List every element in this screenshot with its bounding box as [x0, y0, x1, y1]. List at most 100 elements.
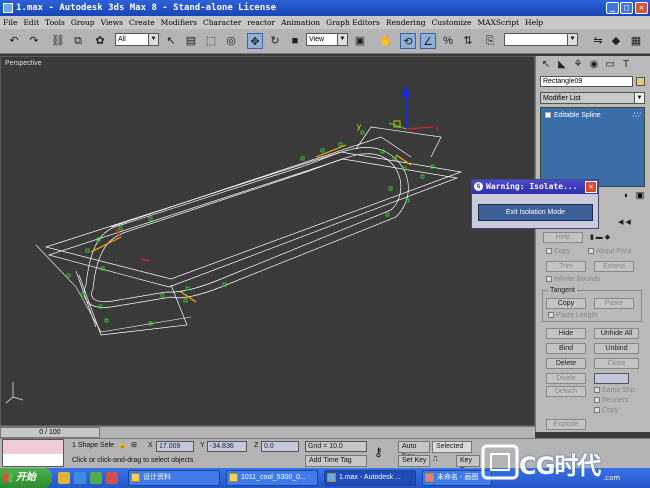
paste-length-option[interactable]: Paste Length	[548, 312, 597, 319]
utilities-tab-icon[interactable]: T	[620, 59, 632, 73]
menu-edit[interactable]: Edit	[20, 16, 42, 29]
task-image-folder[interactable]: 1011_cool_5300_0...	[226, 470, 318, 486]
time-slider[interactable]: 0 / 100	[0, 426, 535, 438]
unhide-all-button[interactable]: Unhide All	[594, 328, 639, 339]
menu-group[interactable]: Group	[68, 16, 98, 29]
snap-toggle-icon[interactable]: ⟲	[400, 33, 416, 49]
minimize-button[interactable]: _	[606, 2, 619, 14]
undo-icon[interactable]: ↶	[6, 33, 22, 49]
trim-button[interactable]: Trim	[546, 261, 586, 272]
delete-button[interactable]: Delete	[546, 358, 586, 369]
object-name-field[interactable]: Rectangle09	[540, 76, 633, 87]
menu-graph-editors[interactable]: Graph Editors	[323, 16, 383, 29]
select-and-manipulate-icon[interactable]: ✋	[378, 33, 394, 49]
set-key-button[interactable]: Set Key	[398, 455, 430, 467]
angle-snap-icon[interactable]: ∠	[420, 33, 436, 49]
divide-button[interactable]: Divide	[546, 373, 586, 384]
hide-button[interactable]: Hide	[546, 328, 586, 339]
selected-segments[interactable]	[90, 144, 412, 303]
key-mode-dropdown[interactable]: Selected	[432, 441, 472, 453]
close-button[interactable]: ✕	[635, 2, 648, 14]
selection-filter-dropdown[interactable]: All ▼	[115, 33, 159, 46]
menu-modifiers[interactable]: Modifiers	[158, 16, 200, 29]
select-and-rotate-icon[interactable]: ↻	[267, 33, 283, 49]
menu-maxscript[interactable]: MAXScript	[474, 16, 522, 29]
bind-button[interactable]: Bind	[546, 343, 586, 354]
task-design-folder[interactable]: 设计资料	[128, 470, 220, 486]
object-color-swatch[interactable]	[636, 77, 645, 86]
detach-copy-option[interactable]: Copy	[594, 407, 618, 414]
menu-character[interactable]: Character	[200, 16, 244, 29]
unlink-icon[interactable]: ⧉	[70, 33, 86, 49]
window-crossing-icon[interactable]: ◎	[223, 33, 239, 49]
menu-customize[interactable]: Customize	[429, 16, 475, 29]
menu-rendering[interactable]: Rendering	[383, 16, 429, 29]
select-and-move-icon[interactable]: ✥	[247, 33, 263, 49]
menu-reactor[interactable]: reactor	[244, 16, 278, 29]
remove-modifier-icon[interactable]: ▣	[634, 190, 646, 202]
menu-file[interactable]: File	[0, 16, 20, 29]
spinner-snap-icon[interactable]: ⇅	[460, 33, 476, 49]
y-coordinate-field[interactable]: -34.836	[207, 441, 247, 452]
explode-button[interactable]: Explode	[546, 419, 586, 430]
perspective-viewport[interactable]: Perspective x y	[0, 56, 535, 426]
move-gizmo[interactable]: x y	[357, 85, 439, 133]
time-slider-thumb[interactable]: 0 / 100	[0, 427, 100, 438]
redo-icon[interactable]: ↷	[26, 33, 42, 49]
align-icon[interactable]: ◆	[608, 33, 624, 49]
modify-tab-icon[interactable]: ◣	[556, 59, 568, 73]
layer-manager-icon[interactable]: ▦	[628, 33, 644, 49]
maxscript-listener-mini[interactable]	[2, 439, 64, 467]
modifier-list-dropdown[interactable]: Modifier List ▼	[540, 92, 645, 104]
task-3dsmax[interactable]: 1.max - Autodesk ...	[324, 470, 416, 486]
menu-animation[interactable]: Animation	[278, 16, 323, 29]
percent-snap-icon[interactable]: %	[440, 33, 456, 49]
unbind-button[interactable]: Unbind	[594, 343, 639, 354]
tangent-copy-button[interactable]: Copy	[546, 298, 586, 309]
divide-count-field[interactable]	[594, 373, 629, 384]
hierarchy-tab-icon[interactable]: ⚘	[572, 59, 584, 73]
menu-help[interactable]: Help	[522, 16, 546, 29]
dialog-close-button[interactable]: ✕	[585, 181, 597, 193]
menu-create[interactable]: Create	[126, 16, 158, 29]
pivot-center-icon[interactable]: ▣	[352, 33, 368, 49]
bind-space-warp-icon[interactable]: ✿	[92, 33, 108, 49]
select-object-icon[interactable]: ↖	[163, 33, 179, 49]
start-button[interactable]: 开始	[0, 468, 52, 488]
select-by-name-icon[interactable]: ▤	[183, 33, 199, 49]
motion-tab-icon[interactable]: ◉	[588, 59, 600, 73]
rectangle-spline[interactable]	[44, 126, 463, 336]
rectangular-selection-icon[interactable]: ⬚	[203, 33, 219, 49]
tangent-paste-button[interactable]: Paste	[594, 298, 634, 309]
auto-key-button[interactable]: Auto Key	[398, 441, 430, 460]
close-spline-button[interactable]: Close	[594, 358, 639, 369]
configure-sets-icon[interactable]: ◗	[620, 190, 632, 202]
copy-option[interactable]: Copy	[546, 248, 570, 255]
exit-isolation-mode-button[interactable]: Exit Isolation Mode	[478, 204, 593, 221]
menu-views[interactable]: Views	[98, 16, 126, 29]
expand-box-icon[interactable]	[545, 112, 551, 118]
lock-icon[interactable]: 🔒	[118, 441, 127, 449]
quicklaunch-app2-icon[interactable]	[106, 472, 118, 484]
create-tab-icon[interactable]: ↖	[540, 59, 552, 73]
detach-button[interactable]: Detach	[546, 386, 586, 397]
menu-tools[interactable]: Tools	[42, 16, 68, 29]
help-button[interactable]: Help	[543, 232, 583, 243]
select-link-icon[interactable]: ⛓	[50, 33, 66, 49]
spline-vertices[interactable]	[66, 130, 435, 326]
about-pivot-option[interactable]: About Pivot	[588, 248, 632, 255]
quicklaunch-folder-icon[interactable]	[58, 472, 70, 484]
add-time-tag-button[interactable]: Add Time Tag	[305, 455, 367, 467]
extend-button[interactable]: Extend	[594, 261, 634, 272]
reorient-option[interactable]: Reorient	[594, 397, 628, 404]
select-and-scale-icon[interactable]: ■	[287, 33, 303, 49]
quicklaunch-app-icon[interactable]	[90, 472, 102, 484]
stack-item-editable-spline[interactable]: Editable Spline ∴∵	[544, 111, 641, 120]
infinite-bounds-option[interactable]: Infinite Bounds	[546, 276, 600, 283]
mirror-icon[interactable]: ⇋	[590, 33, 606, 49]
named-selection-icon[interactable]: ⎘	[482, 33, 498, 49]
z-coordinate-field[interactable]: 0.0	[261, 441, 299, 452]
absolute-mode-icon[interactable]: ⊞	[131, 441, 137, 449]
same-shp-option[interactable]: Same Shp	[594, 387, 635, 394]
named-selection-sets-dropdown[interactable]: ▼	[504, 33, 578, 46]
